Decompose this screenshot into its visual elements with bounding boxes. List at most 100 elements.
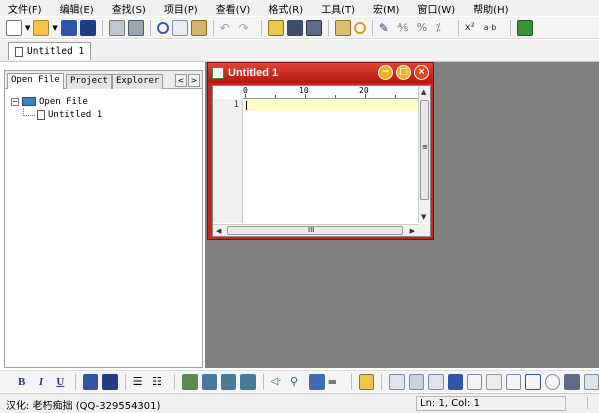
dropdown-arrow-icon[interactable]: ▼ <box>25 24 30 32</box>
search-icon[interactable] <box>353 21 366 34</box>
menu-help[interactable]: 帮助(H) <box>465 1 508 16</box>
text-caret <box>246 101 247 110</box>
replace-icon[interactable] <box>286 19 303 36</box>
tab-explorer[interactable]: Explorer <box>112 74 164 89</box>
pen-icon[interactable]: ✎ <box>379 20 395 36</box>
menu-file[interactable]: 文件(F) <box>0 1 42 16</box>
horizontal-scroll-thumb[interactable]: III <box>227 226 403 235</box>
percent-icon[interactable]: % <box>417 20 433 36</box>
panel-tab-arrows: < > <box>175 74 200 87</box>
bullet-list-icon[interactable]: ☰ <box>133 374 148 390</box>
macro-icon[interactable] <box>516 19 533 36</box>
current-line-highlight <box>244 100 418 111</box>
menu-project[interactable]: 项目(P) <box>156 1 198 16</box>
checkbox-icon[interactable] <box>447 373 463 390</box>
print-preview-icon[interactable] <box>127 19 144 36</box>
copy-icon[interactable] <box>171 19 188 36</box>
window-controls: − □ × <box>378 65 429 80</box>
find-in-files-icon[interactable] <box>334 19 351 36</box>
editor-area[interactable]: 0 10 20 1 ▲ ≡ ▼ ◀ III ▶ <box>212 85 431 237</box>
paste-icon[interactable] <box>190 19 207 36</box>
select-icon[interactable] <box>583 373 599 390</box>
cut-icon[interactable] <box>156 21 169 34</box>
ruler-tick <box>275 95 276 98</box>
hr-icon[interactable]: ═ <box>329 374 344 390</box>
text-field-icon[interactable] <box>564 373 580 390</box>
ruler-tick <box>395 95 396 98</box>
radio-icon[interactable] <box>466 373 483 390</box>
underline-button[interactable]: U <box>53 376 68 388</box>
image-icon[interactable] <box>358 373 375 390</box>
align-justify-icon[interactable] <box>240 373 256 390</box>
maximize-icon[interactable]: □ <box>396 65 411 80</box>
scroll-up-icon[interactable]: ▲ <box>421 88 426 96</box>
vertical-scroll-thumb[interactable]: ≡ <box>420 100 429 200</box>
frame-icon[interactable] <box>428 373 444 390</box>
scroll-left-icon[interactable]: ◀ <box>216 227 221 235</box>
save-icon[interactable] <box>60 19 77 36</box>
redo-icon[interactable]: ↷ <box>239 20 255 36</box>
menu-macro[interactable]: 宏(M) <box>365 1 399 16</box>
tab-scroll-right-icon[interactable]: > <box>188 74 200 87</box>
ruler: 0 10 20 <box>243 86 418 99</box>
spell-check-icon[interactable]: x² <box>465 20 481 36</box>
close-icon[interactable]: × <box>414 65 429 80</box>
tab-scroll-left-icon[interactable]: < <box>175 74 187 87</box>
table-icon[interactable] <box>389 373 405 390</box>
tag-icon[interactable]: ◁· <box>271 374 286 390</box>
menu-view[interactable]: 查看(V) <box>208 1 251 16</box>
form-icon[interactable] <box>408 373 425 390</box>
minimize-icon[interactable]: − <box>378 65 393 80</box>
checkbox-icon[interactable] <box>525 373 541 390</box>
text-field-icon[interactable] <box>486 373 502 390</box>
open-file-tree: − Open File Untitled 1 <box>11 95 102 121</box>
bold-button[interactable]: B <box>14 376 29 388</box>
scroll-right-icon[interactable]: ▶ <box>410 227 415 235</box>
align-left-icon[interactable] <box>182 373 198 390</box>
toolbar-separator <box>124 373 126 390</box>
resize-grip[interactable] <box>418 224 430 236</box>
editor-window-titlebar[interactable]: Untitled 1 − □ × <box>208 63 433 83</box>
align-center-icon[interactable] <box>201 373 217 390</box>
tab-project[interactable]: Project <box>66 74 112 89</box>
vertical-scrollbar[interactable]: ▲ ≡ ▼ <box>418 86 430 223</box>
status-bar: 汉化: 老朽痴拙 (QQ-329554301) Ln: 1, Col: 1 <box>0 393 599 413</box>
new-file-icon[interactable] <box>6 19 22 36</box>
find-icon[interactable] <box>267 19 284 36</box>
toolbar-separator <box>212 19 214 36</box>
menu-edit[interactable]: 编辑(E) <box>52 1 94 16</box>
scroll-down-icon[interactable]: ▼ <box>421 213 426 221</box>
dropdown-arrow-icon[interactable]: ▼ <box>52 24 57 32</box>
document-tab[interactable]: Untitled 1 <box>8 42 92 60</box>
cursor-icon[interactable]: ⅍ <box>398 20 414 36</box>
select-icon[interactable] <box>505 373 522 390</box>
menu-format[interactable]: 格式(R) <box>260 1 303 16</box>
italic-button[interactable]: I <box>33 376 48 388</box>
resize-grip[interactable] <box>587 397 597 409</box>
menu-window[interactable]: 窗口(W) <box>409 1 455 16</box>
highlight-icon[interactable] <box>102 373 118 390</box>
menu-search[interactable]: 查找(S) <box>104 1 146 16</box>
line-number-gutter: 1 <box>213 99 243 223</box>
print-icon[interactable] <box>108 19 125 36</box>
menu-tools[interactable]: 工具(T) <box>313 1 355 16</box>
horizontal-scrollbar[interactable]: ◀ III ▶ <box>213 224 418 236</box>
ruler-tick <box>335 95 336 98</box>
link-icon[interactable]: ⚲ <box>290 374 305 390</box>
tree-item[interactable]: Untitled 1 <box>11 108 102 121</box>
anchor-icon[interactable] <box>309 373 325 390</box>
collapse-icon[interactable]: − <box>11 97 19 106</box>
tree-root[interactable]: − Open File <box>11 95 102 116</box>
ab-icon[interactable]: a·b <box>484 20 504 36</box>
color-icon[interactable] <box>82 373 99 390</box>
calculator-icon[interactable] <box>305 19 322 36</box>
format-toolbar: B I U ☰ ☷ ◁· ⚲ ═ <box>0 370 599 392</box>
numbered-list-icon[interactable]: ☷ <box>152 374 167 390</box>
undo-icon[interactable]: ↶ <box>220 20 236 36</box>
tab-open-file[interactable]: Open File <box>7 73 64 89</box>
comment-icon[interactable]: ⁒ <box>436 20 452 36</box>
align-right-icon[interactable] <box>220 373 237 390</box>
save-all-icon[interactable] <box>79 19 96 36</box>
open-folder-icon[interactable] <box>33 19 50 36</box>
radio-icon[interactable] <box>544 373 561 390</box>
